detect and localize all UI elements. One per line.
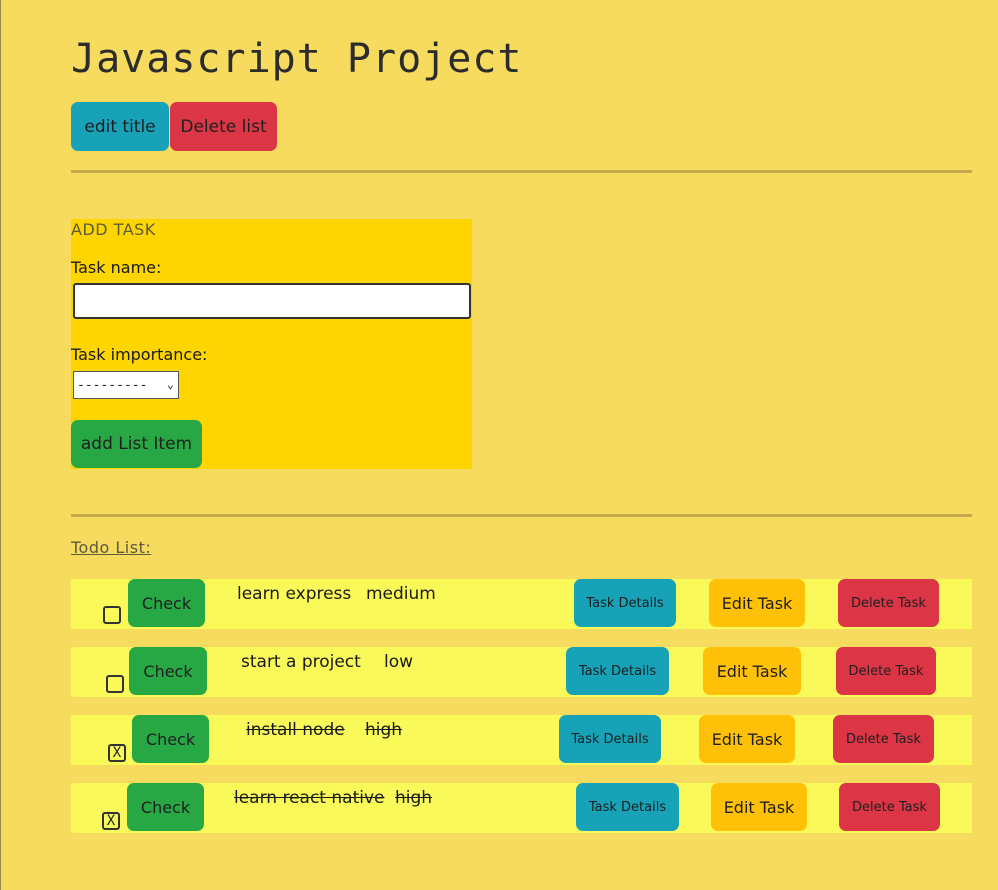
add-list-item-button[interactable]: add List Item xyxy=(71,420,202,468)
task-checkbox[interactable] xyxy=(106,675,124,693)
task-row: X Check learn react native high Task Det… xyxy=(71,783,972,833)
task-name: start a project xyxy=(241,652,361,672)
edit-title-button[interactable]: edit title xyxy=(71,102,169,151)
task-details-button[interactable]: Task Details xyxy=(566,647,669,695)
task-importance-label: Task importance: xyxy=(71,345,208,364)
delete-task-button[interactable]: Delete Task xyxy=(838,579,939,627)
delete-task-button[interactable]: Delete Task xyxy=(833,715,934,763)
check-button[interactable]: Check xyxy=(128,579,205,627)
task-checkbox[interactable] xyxy=(103,606,121,624)
chevron-down-icon: ⌄ xyxy=(166,377,174,391)
check-button[interactable]: Check xyxy=(132,715,209,763)
task-importance-select[interactable]: --------- ⌄ xyxy=(73,371,179,399)
check-button[interactable]: Check xyxy=(129,647,207,695)
divider xyxy=(71,170,972,173)
divider xyxy=(71,514,972,517)
task-importance: high xyxy=(365,720,403,740)
task-importance: medium xyxy=(366,584,436,604)
page-title: Javascript Project xyxy=(71,36,523,82)
edit-task-button[interactable]: Edit Task xyxy=(699,715,795,763)
task-name: learn react native xyxy=(234,788,385,808)
task-checkbox[interactable]: X xyxy=(102,812,120,830)
task-details-button[interactable]: Task Details xyxy=(574,579,676,627)
task-importance: high xyxy=(395,788,433,808)
task-checkbox[interactable]: X xyxy=(108,744,126,762)
task-name-input[interactable] xyxy=(73,283,471,319)
todo-list-heading: Todo List: xyxy=(71,538,152,557)
task-name: learn express xyxy=(237,584,352,604)
task-row: Check learn express medium Task Details … xyxy=(71,579,972,629)
delete-task-button[interactable]: Delete Task xyxy=(836,647,936,695)
task-importance-value: --------- xyxy=(77,377,148,393)
task-row: X Check install node high Task Details E… xyxy=(71,715,972,765)
task-details-button[interactable]: Task Details xyxy=(559,715,661,763)
delete-list-button[interactable]: Delete list xyxy=(170,102,277,151)
task-importance: low xyxy=(384,652,414,672)
check-button[interactable]: Check xyxy=(127,783,204,831)
task-name: install node xyxy=(246,720,345,740)
edit-task-button[interactable]: Edit Task xyxy=(703,647,801,695)
task-details-button[interactable]: Task Details xyxy=(576,783,679,831)
edit-task-button[interactable]: Edit Task xyxy=(709,579,805,627)
edit-task-button[interactable]: Edit Task xyxy=(711,783,807,831)
add-task-heading: ADD TASK xyxy=(71,220,156,239)
task-name-label: Task name: xyxy=(71,258,162,277)
delete-task-button[interactable]: Delete Task xyxy=(839,783,940,831)
task-row: Check start a project low Task Details E… xyxy=(71,647,972,697)
